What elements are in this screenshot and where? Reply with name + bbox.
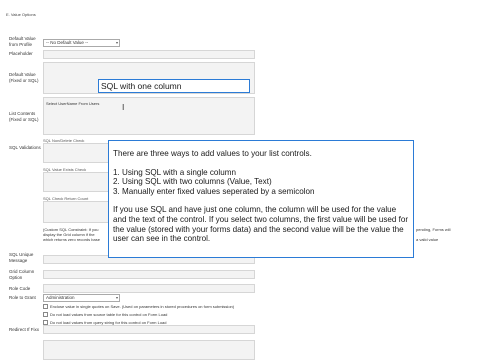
- callout-list-item: 3. Manually enter fixed values seperated…: [113, 186, 315, 196]
- section-title: E. Value Options: [6, 12, 36, 17]
- redirect-label: Redirect If Fixx: [9, 327, 40, 332]
- grid-column-input[interactable]: [43, 270, 255, 279]
- callout-sql-one-column: SQL with one column: [98, 79, 250, 93]
- callout-body: If you use SQL and have just one column,…: [113, 205, 409, 244]
- checkbox-no-source-load-label: Do not load values from source table for…: [50, 312, 168, 317]
- screen: E. Value Options Default Value from Prof…: [0, 0, 480, 360]
- trailing-textarea[interactable]: [43, 340, 255, 360]
- callout-list-values: There are three ways to add values to yo…: [108, 140, 414, 258]
- default-value-select-text: -- No Default Value --: [46, 40, 89, 45]
- list-contents-textarea[interactable]: Select UserName From Users: [43, 97, 255, 135]
- placeholder-label: Placeholder: [9, 51, 33, 56]
- default-value-select[interactable]: -- No Default Value -- ▾: [43, 39, 120, 47]
- checkbox-no-source-load[interactable]: [43, 312, 48, 317]
- checkbox-enclose-quotes-label: Enclose value in single quotes on Save. …: [50, 304, 235, 309]
- grid-column-label: Grid Column Option: [9, 269, 35, 280]
- checkbox-enclose-quotes[interactable]: [43, 304, 48, 309]
- role-code-label: Role Code: [9, 286, 31, 291]
- role-code-input[interactable]: [43, 284, 255, 293]
- placeholder-input[interactable]: [43, 50, 255, 59]
- default-fixed-label: Default Value (Fixed or SQL): [9, 72, 39, 83]
- list-contents-label: List Contents (Fixed or SQL): [9, 111, 39, 122]
- role-select[interactable]: Administration ▾: [43, 294, 120, 302]
- redirect-input[interactable]: [43, 325, 255, 334]
- callout-list-item: 1. Using SQL with a single column: [113, 167, 236, 177]
- list-contents-value: Select UserName From Users: [46, 101, 100, 106]
- role-to-grant-label: Role to Grant: [9, 295, 36, 300]
- default-value-label: Default Value from Profile: [9, 36, 36, 47]
- sql-unique-label: SQL Unique Message: [9, 252, 34, 263]
- callout-list-item: 2. Using SQL with two columns (Value, Te…: [113, 177, 272, 187]
- callout-list: 1. Using SQL with a single column 2. Usi…: [113, 168, 409, 197]
- right-note-2: a valid value: [416, 237, 439, 242]
- chevron-down-icon: ▾: [115, 295, 118, 300]
- callout-intro: There are three ways to add values to yo…: [113, 149, 312, 158]
- text-cursor-icon: I: [122, 103, 125, 112]
- right-note: pending, Forms will: [416, 227, 451, 232]
- sql-validations-label: SQL Validations: [9, 145, 41, 150]
- custom-sql-note-3: which returns zero records base: [43, 237, 100, 242]
- chevron-down-icon: ▾: [115, 40, 118, 45]
- role-select-text: Administration: [46, 295, 75, 300]
